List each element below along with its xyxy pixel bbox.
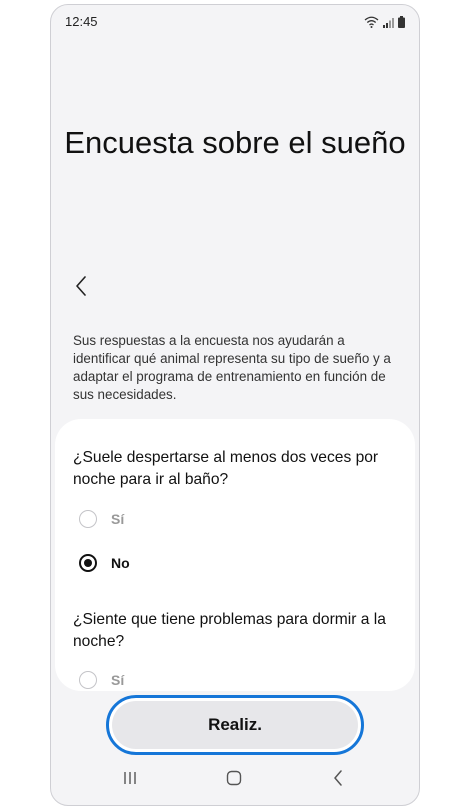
back-button[interactable] <box>69 273 93 303</box>
battery-icon <box>398 15 405 33</box>
home-icon <box>226 770 242 791</box>
navigation-bar <box>51 755 419 805</box>
status-bar: 12:45 <box>51 5 419 39</box>
home-button[interactable] <box>219 769 249 791</box>
recent-apps-button[interactable] <box>115 769 145 791</box>
phone-screen: 12:45 Encuesta sobre el sueño Sus respue… <box>50 4 420 806</box>
wifi-icon <box>364 15 379 33</box>
back-nav-button[interactable] <box>323 769 353 791</box>
done-button[interactable]: Realiz. <box>112 701 358 749</box>
page-title: Encuesta sobre el sueño <box>64 125 406 160</box>
back-arrow-icon <box>333 769 343 791</box>
intro-text: Sus respuestas a la encuesta nos ayudará… <box>73 333 391 402</box>
recent-apps-icon <box>122 770 138 791</box>
question-2: ¿Siente que tiene problemas para dormir … <box>73 611 386 650</box>
signal-icon <box>383 15 394 33</box>
radio-button[interactable] <box>79 510 97 528</box>
radio-button-selected[interactable] <box>79 554 97 572</box>
status-time: 12:45 <box>65 14 98 29</box>
survey-card: ¿Suele despertarse al menos dos veces po… <box>55 419 415 691</box>
status-icons <box>364 15 405 33</box>
chevron-left-icon <box>75 275 87 301</box>
option-q1-si[interactable]: Sí <box>79 510 124 528</box>
option-q2-si[interactable]: Sí <box>79 671 124 689</box>
radio-button[interactable] <box>79 671 97 689</box>
option-q1-no[interactable]: No <box>79 554 130 572</box>
option-label: Sí <box>111 672 125 688</box>
question-1: ¿Suele despertarse al menos dos veces po… <box>73 449 379 488</box>
option-label: Sí <box>111 511 125 527</box>
done-button-highlight: Realiz. <box>106 695 364 755</box>
option-label: No <box>111 555 130 571</box>
